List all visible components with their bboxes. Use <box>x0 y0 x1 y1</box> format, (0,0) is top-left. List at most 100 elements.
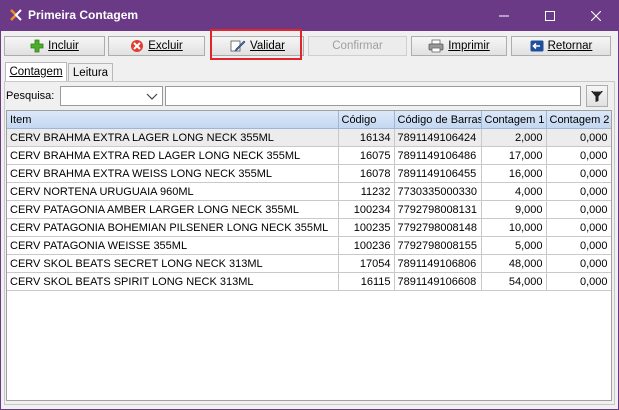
cell-codigo-barras: 7891149106806 <box>394 254 482 273</box>
tab-leitura-label: Leitura <box>72 66 109 79</box>
validate-pencil-icon <box>230 40 246 52</box>
cell-item: CERV BRAHMA EXTRA WEISS LONG NECK 355ML <box>7 164 339 183</box>
cell-contagem-1: 10,000 <box>481 218 547 237</box>
items-grid[interactable]: Item Código Código de Barras Contagem 1 … <box>6 110 612 401</box>
funnel-filter-icon <box>591 91 603 102</box>
cell-item: CERV BRAHMA EXTRA LAGER LONG NECK 355ML <box>7 128 339 147</box>
column-header-codigo-barras[interactable]: Código de Barras <box>394 111 482 129</box>
table-row[interactable]: CERV SKOL BEATS SPIRIT LONG NECK 313ML 1… <box>7 272 611 291</box>
cell-codigo: 100235 <box>338 218 395 237</box>
incluir-button[interactable]: Incluir <box>4 36 105 56</box>
chevron-down-icon <box>146 93 158 100</box>
table-header-row: Item Código Código de Barras Contagem 1 … <box>7 111 611 129</box>
close-button[interactable] <box>573 0 619 31</box>
cell-contagem-1: 16,000 <box>481 164 547 183</box>
cell-contagem-2: 0,000 <box>546 182 611 201</box>
cell-contagem-2: 0,000 <box>546 254 611 273</box>
incluir-label: Incluir <box>48 40 79 52</box>
app-logo-icon <box>10 9 22 21</box>
cell-contagem-1: 54,000 <box>481 272 547 291</box>
minimize-button[interactable] <box>481 0 527 31</box>
confirmar-button[interactable]: Confirmar <box>308 36 407 56</box>
table-row[interactable]: CERV PATAGONIA WEISSE 355ML 100236 77927… <box>7 236 611 255</box>
return-arrow-icon <box>530 40 544 52</box>
printer-icon <box>428 39 444 53</box>
window-client-area: Incluir Excluir Validar Confirmar Imprim… <box>1 31 618 409</box>
search-input[interactable] <box>165 86 581 106</box>
tab-contagem[interactable]: Contagem <box>5 62 67 81</box>
excluir-label: Excluir <box>148 40 183 52</box>
app-window: Primeira Contagem Incluir Excluir Valida… <box>0 0 619 410</box>
cell-codigo-barras: 7891149106455 <box>394 164 482 183</box>
cell-item: CERV SKOL BEATS SECRET LONG NECK 313ML <box>7 254 339 273</box>
cell-codigo-barras: 7792798008131 <box>394 200 482 219</box>
table-row[interactable]: CERV BRAHMA EXTRA LAGER LONG NECK 355ML … <box>7 128 611 147</box>
cell-contagem-1: 5,000 <box>481 236 547 255</box>
confirmar-label: Confirmar <box>332 40 383 52</box>
table-row[interactable]: CERV BRAHMA EXTRA RED LAGER LONG NECK 35… <box>7 146 611 165</box>
column-header-codigo[interactable]: Código <box>338 111 395 129</box>
cell-codigo-barras: 7730335000330 <box>394 182 482 201</box>
toolbar: Incluir Excluir Validar Confirmar Imprim… <box>1 31 618 59</box>
validar-button[interactable]: Validar <box>211 36 304 56</box>
window-title: Primeira Contagem <box>28 8 139 22</box>
cell-codigo: 16075 <box>338 146 395 165</box>
cell-contagem-2: 0,000 <box>546 200 611 219</box>
cell-codigo: 16115 <box>338 272 395 291</box>
table-row[interactable]: CERV SKOL BEATS SECRET LONG NECK 313ML 1… <box>7 254 611 273</box>
close-icon <box>591 10 601 21</box>
cell-codigo: 11232 <box>338 182 395 201</box>
cell-codigo: 17054 <box>338 254 395 273</box>
cell-codigo: 100236 <box>338 236 395 255</box>
cell-item: CERV BRAHMA EXTRA RED LAGER LONG NECK 35… <box>7 146 339 165</box>
cell-item: CERV PATAGONIA AMBER LARGER LONG NECK 35… <box>7 200 339 219</box>
imprimir-label: Imprimir <box>448 40 490 52</box>
retornar-button[interactable]: Retornar <box>511 36 611 56</box>
search-field-select[interactable] <box>60 86 163 106</box>
cell-contagem-2: 0,000 <box>546 218 611 237</box>
cell-contagem-2: 0,000 <box>546 236 611 255</box>
items-table: Item Código Código de Barras Contagem 1 … <box>7 111 611 291</box>
cell-codigo-barras: 7891149106424 <box>394 128 482 147</box>
cell-codigo-barras: 7891149106608 <box>394 272 482 291</box>
plus-icon <box>30 39 44 53</box>
table-row[interactable]: CERV NORTENA URUGUAIA 960ML 11232 773033… <box>7 182 611 201</box>
cell-contagem-2: 0,000 <box>546 146 611 165</box>
minimize-icon <box>499 15 509 16</box>
cell-item: CERV PATAGONIA WEISSE 355ML <box>7 236 339 255</box>
title-bar: Primeira Contagem <box>0 0 619 31</box>
filter-button[interactable] <box>586 85 608 107</box>
cell-item: CERV NORTENA URUGUAIA 960ML <box>7 182 339 201</box>
cell-codigo: 100234 <box>338 200 395 219</box>
column-header-item[interactable]: Item <box>7 111 339 129</box>
cell-contagem-2: 0,000 <box>546 128 611 147</box>
imprimir-button[interactable]: Imprimir <box>411 36 507 56</box>
cell-contagem-1: 4,000 <box>481 182 547 201</box>
maximize-button[interactable] <box>527 0 573 31</box>
cell-contagem-1: 9,000 <box>481 200 547 219</box>
cell-codigo-barras: 7792798008148 <box>394 218 482 237</box>
table-row[interactable]: CERV BRAHMA EXTRA WEISS LONG NECK 355ML … <box>7 164 611 183</box>
table-row[interactable]: CERV PATAGONIA AMBER LARGER LONG NECK 35… <box>7 200 611 219</box>
column-header-contagem-2[interactable]: Contagem 2 <box>546 111 611 129</box>
excluir-button[interactable]: Excluir <box>108 36 205 56</box>
cell-contagem-1: 17,000 <box>481 146 547 165</box>
cell-codigo-barras: 7792798008155 <box>394 236 482 255</box>
cell-item: CERV PATAGONIA BOHEMIAN PILSENER LONG NE… <box>7 218 339 237</box>
maximize-icon <box>545 10 555 21</box>
cell-contagem-1: 2,000 <box>481 128 547 147</box>
delete-x-icon <box>131 40 144 52</box>
retornar-label: Retornar <box>547 40 593 52</box>
column-header-contagem-1[interactable]: Contagem 1 <box>481 111 547 129</box>
cell-codigo-barras: 7891149106486 <box>394 146 482 165</box>
cell-contagem-2: 0,000 <box>546 164 611 183</box>
table-row[interactable]: CERV PATAGONIA BOHEMIAN PILSENER LONG NE… <box>7 218 611 237</box>
cell-codigo: 16078 <box>338 164 395 183</box>
cell-item: CERV SKOL BEATS SPIRIT LONG NECK 313ML <box>7 272 339 291</box>
search-label: Pesquisa: <box>6 90 55 102</box>
cell-contagem-1: 48,000 <box>481 254 547 273</box>
cell-codigo: 16134 <box>338 128 395 147</box>
validar-label: Validar <box>250 40 285 52</box>
tab-leitura[interactable]: Leitura <box>68 63 113 81</box>
cell-contagem-2: 0,000 <box>546 272 611 291</box>
